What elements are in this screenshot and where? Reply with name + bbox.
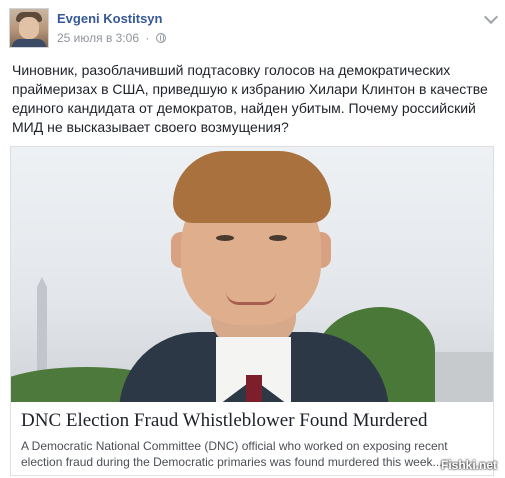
image-person-mouth — [226, 292, 276, 305]
link-card[interactable]: DNC Election Fraud Whistleblower Found M… — [10, 146, 494, 476]
link-card-title[interactable]: DNC Election Fraud Whistleblower Found M… — [21, 410, 428, 432]
avatar[interactable] — [9, 8, 49, 48]
meta-separator: · — [145, 31, 150, 45]
image-person-eye-left — [216, 235, 234, 241]
globe-icon[interactable] — [155, 33, 166, 43]
image-person-eye-right — [269, 235, 287, 241]
avatar-face — [19, 17, 39, 39]
image-building — [425, 352, 493, 402]
image-person-tie — [246, 375, 262, 402]
link-card-description: A Democratic National Committee (DNC) of… — [21, 439, 448, 469]
author-name[interactable]: Evgeni Kostitsyn — [57, 11, 162, 26]
avatar-shirt — [12, 39, 46, 47]
watermark: Fishki.net — [440, 458, 497, 472]
post-timestamp[interactable]: 25 июля в 3:06 — [57, 31, 139, 45]
link-card-body[interactable]: DNC Election Fraud Whistleblower Found M… — [11, 402, 493, 475]
post-text: Чиновник, разоблачивший подтасовку голос… — [12, 62, 488, 135]
chevron-down-icon[interactable] — [483, 9, 499, 25]
link-card-image[interactable] — [11, 147, 493, 402]
post-header: Evgeni Kostitsyn 25 июля в 3:06 · — [9, 8, 499, 52]
image-person-hair — [173, 151, 331, 223]
post-meta: 25 июля в 3:06 · — [57, 31, 166, 45]
